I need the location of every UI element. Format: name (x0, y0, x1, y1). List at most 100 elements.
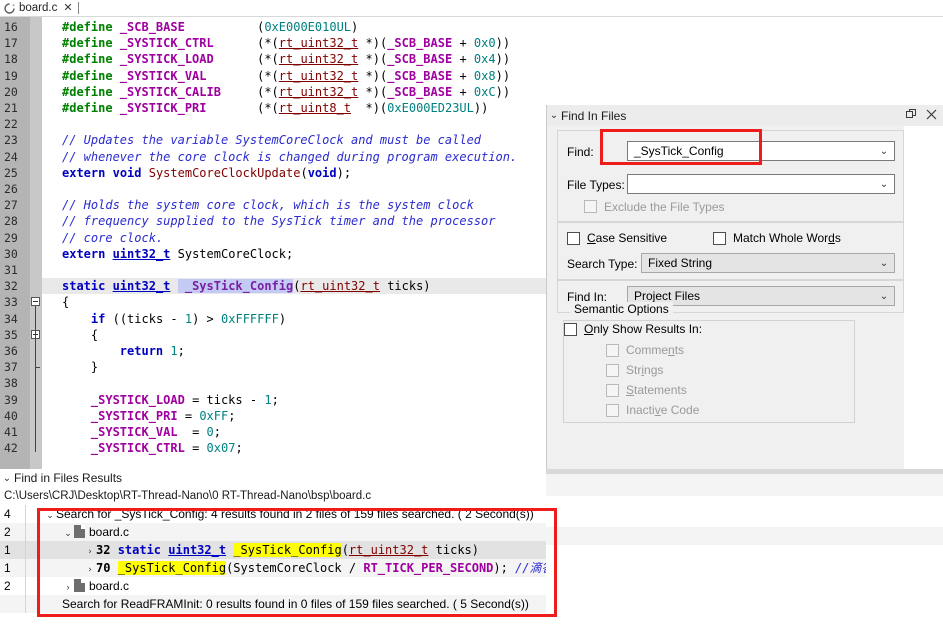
results-list[interactable]: 4 ⌄ Search for _SysTick_Config: 4 results … (0, 505, 943, 626)
exclude-file-types-label: Exclude the File Types (604, 200, 725, 214)
find-input-value: _SysTick_Config (634, 144, 724, 158)
inactive-code-checkbox[interactable] (606, 404, 619, 417)
find-group: Find: _SysTick_Config ⌄ File Types: ⌄ Ex… (557, 130, 904, 222)
result-count: 1 (0, 559, 26, 577)
line-number: 36 (4, 344, 18, 358)
chevron-down-icon[interactable]: ⌄ (874, 179, 894, 190)
search-type-label: Search Type: (567, 257, 638, 271)
fold-region-line (35, 306, 36, 453)
line-number: 22 (4, 117, 18, 132)
search-type-value: Fixed String (648, 256, 713, 270)
code-line: } (90, 360, 99, 375)
line-number: 20 (4, 84, 18, 99)
line-number: 31 (4, 263, 18, 277)
chevron-down-icon[interactable]: ⌄ (874, 291, 894, 302)
line-number: 23 (4, 133, 18, 148)
result-count: 2 (0, 577, 26, 595)
code-line: extern uint32_t SystemCoreClock; (62, 246, 294, 261)
line-number-gutter: 16 17 18 19 20 21 22 23 24 25 26 27 28 29 30 31 32 33 34 35… (0, 17, 30, 469)
code-line: _SYSTICK_VAL = 0; (90, 425, 221, 439)
line-number: 38 (4, 376, 18, 391)
editor-tab-bar: board.c ✕ (0, 0, 943, 17)
tab-bar-caret (78, 2, 79, 14)
line-number: 19 (4, 68, 18, 83)
code-folding-gutter[interactable] (30, 17, 42, 469)
code-line: { (62, 295, 70, 310)
expander-icon[interactable]: ⌄ (44, 506, 56, 524)
exclude-file-types-checkbox[interactable] (584, 200, 597, 213)
line-number: 37 (4, 360, 18, 375)
tab-board-c[interactable]: board.c ✕ (0, 0, 79, 16)
only-show-results-in-checkbox[interactable] (564, 323, 577, 336)
code-line: return 1; (119, 344, 185, 358)
inactive-code-label: Inactive Code (626, 403, 700, 417)
result-text: ⌄ board.c (62, 523, 129, 541)
code-line: #define _SYSTICK_CALIB (*(rt_uint32_t *)… (62, 84, 511, 99)
line-number: 24 (4, 149, 18, 164)
search-type-select[interactable]: Fixed String ⌄ (641, 253, 895, 273)
comments-checkbox[interactable] (606, 344, 619, 357)
result-count: 4 (0, 505, 26, 523)
code-line: static uint32_t _SysTick_Config(rt_uint3… (62, 279, 431, 294)
line-number: 17 (4, 36, 18, 51)
chevron-down-icon[interactable]: ⌄ (0, 473, 14, 484)
result-count: 1 (0, 541, 26, 559)
code-line: #define _SCB_BASE (0xE000E010UL) (62, 20, 359, 34)
statements-checkbox[interactable] (606, 384, 619, 397)
semantic-options-legend: Semantic Options (570, 302, 673, 316)
code-line: #define _SYSTICK_CTRL (*(rt_uint32_t *)(… (62, 36, 511, 51)
case-sensitive-checkbox[interactable] (567, 232, 580, 245)
expander-icon[interactable]: › (62, 578, 74, 596)
line-number: 42 (4, 441, 18, 456)
code-line: // frequency supplied to the SysTick tim… (62, 214, 496, 229)
match-whole-words-checkbox[interactable] (713, 232, 726, 245)
statements-label: Statements (626, 383, 687, 397)
line-number: 21 (4, 101, 18, 115)
line-number: 33 (4, 295, 18, 310)
chevron-down-icon[interactable]: ⌄ (874, 258, 894, 269)
code-line: #define _SYSTICK_VAL (*(rt_uint32_t *)(_… (62, 68, 511, 83)
comments-label: Comments (626, 343, 685, 357)
code-line: _SYSTICK_CTRL = 0x07; (90, 441, 243, 456)
expander-icon[interactable]: ⌄ (62, 524, 74, 542)
results-title: Find in Files Results (14, 471, 123, 485)
line-number: 39 (4, 392, 18, 407)
file-types-input[interactable]: ⌄ (627, 174, 895, 194)
find-in-files-title: Find In Files (561, 108, 627, 123)
line-number: 27 (4, 198, 18, 213)
line-number: 26 (4, 182, 18, 196)
tab-label: board.c (19, 2, 58, 14)
results-titlebar: ⌄ Find in Files Results (0, 469, 122, 487)
result-count: 2 (0, 523, 26, 541)
strings-checkbox[interactable] (606, 364, 619, 377)
line-number: 28 (4, 214, 18, 229)
chevron-down-icon[interactable]: ⌄ (547, 110, 561, 121)
strings-label: Strings (626, 363, 664, 377)
code-line: #define _SYSTICK_LOAD (*(rt_uint32_t *)(… (62, 52, 511, 67)
only-show-results-in-label: Only Show Results In: (584, 322, 703, 336)
code-line: if ((ticks - 1) > 0xFFFFFF) (90, 311, 287, 326)
result-text: ⌄ Search for _SysTick_Config: 4 results f… (44, 505, 534, 523)
close-icon[interactable]: ✕ (63, 2, 72, 14)
line-number: 41 (4, 425, 18, 439)
results-path: C:\Users\CRJ\Desktop\RT-Thread-Nano\0 RT… (4, 490, 372, 502)
line-number: 30 (4, 246, 18, 261)
line-number: 18 (4, 52, 18, 67)
chevron-down-icon[interactable]: ⌄ (874, 146, 894, 157)
result-text: Search for ReadFRAMInit: 0 results found… (62, 597, 529, 611)
match-whole-words-label: Match Whole Words (733, 231, 841, 245)
code-line: // whenever the core clock is changed du… (62, 149, 518, 164)
file-types-label: File Types: (567, 178, 625, 192)
line-number: 32 (4, 279, 18, 294)
find-input[interactable]: _SysTick_Config ⌄ (627, 141, 895, 161)
line-number: 35 (4, 327, 18, 342)
code-line: _SYSTICK_PRI = 0xFF; (90, 408, 236, 423)
code-line: // core clock. (62, 230, 164, 245)
fold-toggle-icon[interactable] (31, 297, 40, 307)
line-number: 34 (4, 311, 18, 326)
close-icon[interactable] (925, 108, 938, 121)
undock-icon[interactable] (905, 108, 918, 121)
